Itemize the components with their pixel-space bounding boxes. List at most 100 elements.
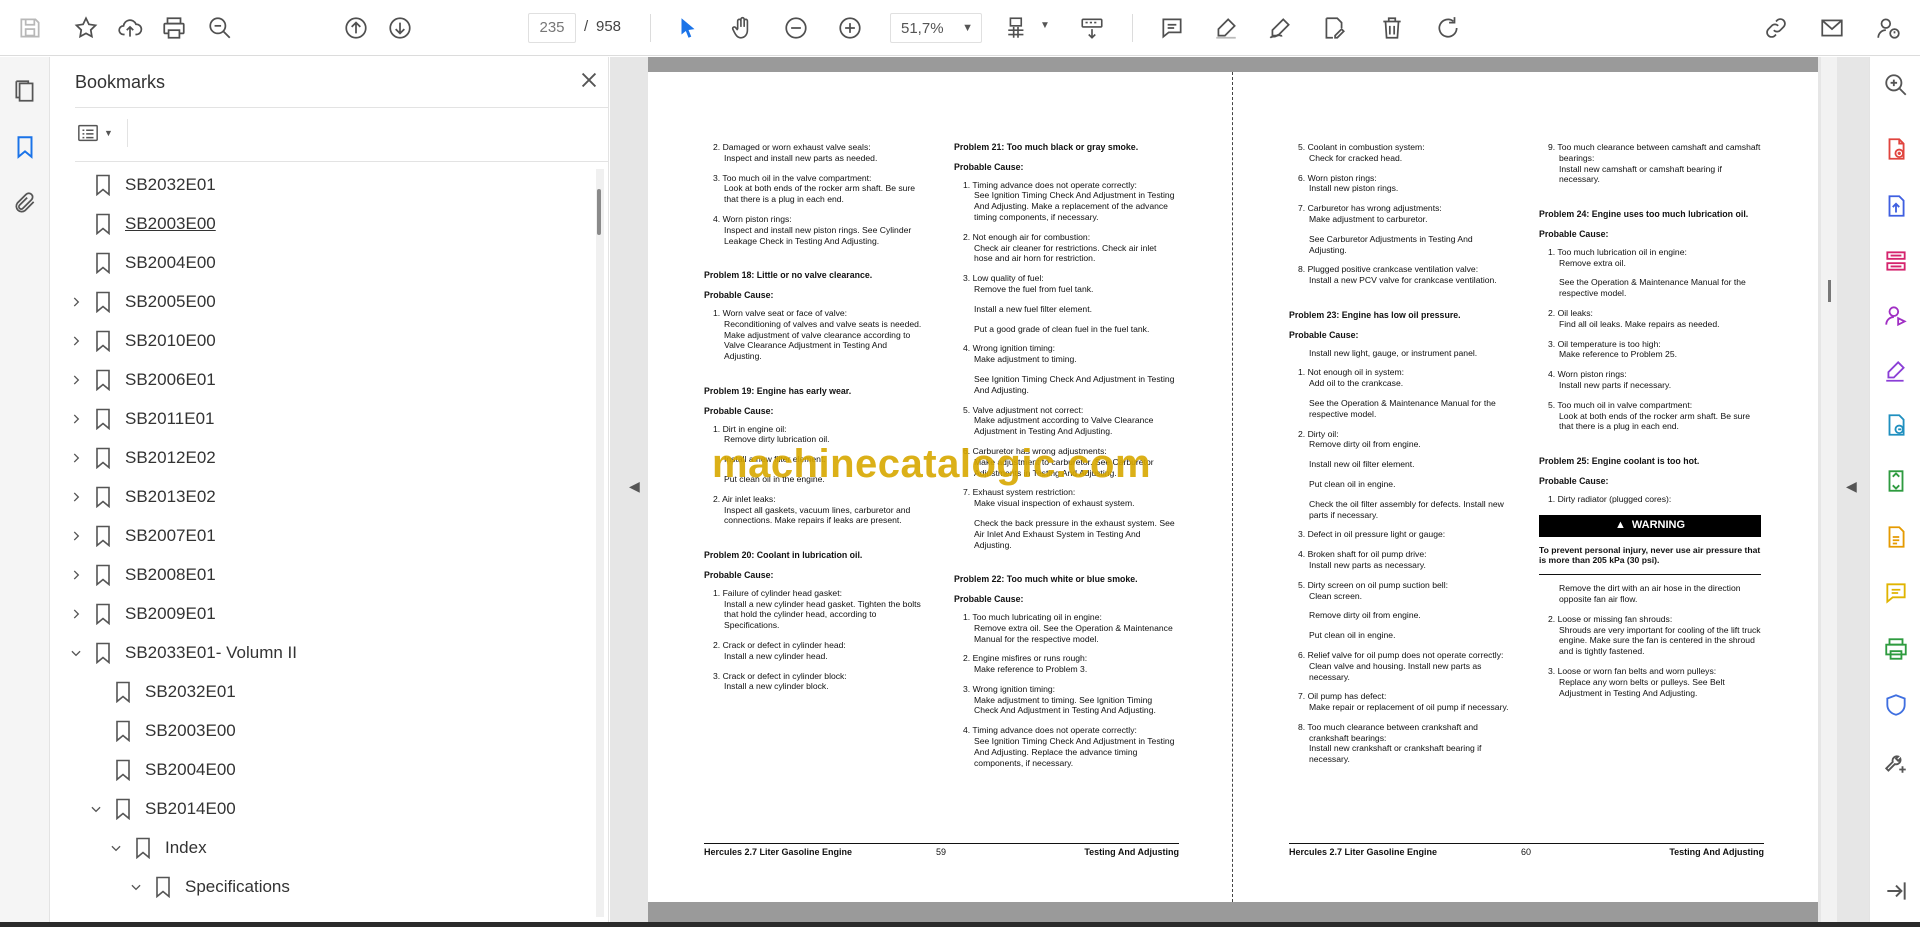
bookmark-item[interactable]: SB2010E00 [51,321,591,360]
bookmarks-scrollbar-thumb[interactable] [597,189,601,235]
bookmark-icon [95,408,111,430]
chevron-right-icon[interactable] [67,293,85,311]
bookmark-item[interactable]: SB2032E01 [51,672,591,711]
page-number-input[interactable]: 235 [528,13,576,43]
bookmark-options-button[interactable]: ▼ [75,119,117,147]
bookmark-label: SB2007E01 [125,525,216,545]
close-icon[interactable] [576,67,602,93]
chevron-right-icon[interactable] [67,449,85,467]
comment-icon[interactable] [1156,12,1188,44]
collapse-left-panel-icon[interactable]: ◀ [629,478,640,495]
zoom-level-select[interactable]: 51,7% ▼ [890,13,982,43]
create-pdf-icon[interactable] [1882,192,1910,220]
scroll-mode-icon[interactable] [1076,12,1108,44]
email-icon[interactable] [1816,12,1848,44]
page60-column2: 9. Too much clearance between camshaft a… [1539,142,1761,698]
highlight-icon[interactable] [1210,12,1242,44]
share-link-icon[interactable] [1760,12,1792,44]
bookmark-item[interactable]: Index [51,828,591,867]
zoom-out-icon[interactable] [780,12,812,44]
bookmark-item[interactable]: SB2033E01- Volumn II [51,633,591,672]
fill-sign-icon[interactable] [1882,357,1910,385]
bookmark-item[interactable]: SB2008E01 [51,555,591,594]
search-icon[interactable] [1882,71,1910,99]
compress-icon[interactable] [1882,467,1910,495]
share-review-icon[interactable] [1882,302,1910,330]
attachments-icon[interactable] [11,189,39,217]
problem-20-heading: Problem 20: Coolant in lubrication oil. [704,550,863,561]
page-fit-icon[interactable] [1002,12,1034,44]
upload-cloud-icon[interactable] [114,12,146,44]
warning-triangle-icon: ▲ [1614,519,1626,532]
bookmark-label: Specifications [185,876,290,896]
print-icon[interactable] [158,12,190,44]
page59-footer: Hercules 2.7 Liter Gasoline Engine 59 Te… [704,843,1179,857]
watermark-text: machinecatalogic.com [712,442,1152,486]
bookmark-label: SB2008E01 [125,564,216,584]
bookmark-icon [115,681,131,703]
bookmark-label: SB2011E01 [125,408,215,428]
bookmark-item[interactable]: SB2004E00 [51,243,591,282]
chevron-right-icon[interactable] [67,566,85,584]
find-zoom-icon[interactable] [204,12,236,44]
expand-panel-icon[interactable] [1882,877,1910,905]
delete-icon[interactable] [1376,12,1408,44]
zoom-in-icon[interactable] [834,12,866,44]
draw-sign-icon[interactable] [1264,12,1296,44]
chevron-right-icon[interactable] [67,488,85,506]
bookmark-item[interactable]: SB2003E00 [51,711,591,750]
chevron-right-icon[interactable] [67,605,85,623]
hand-tool-icon[interactable] [726,12,758,44]
edit-text-icon[interactable] [1318,12,1350,44]
left-navigation-rail [0,57,50,922]
bookmark-icon [95,486,111,508]
bookmark-item[interactable]: SB2014E00 [51,789,591,828]
bookmark-item[interactable]: SB2003E00 [51,204,591,243]
bookmark-star-icon[interactable] [70,12,102,44]
chevron-down-icon[interactable] [67,644,85,662]
rotate-icon[interactable] [1432,12,1464,44]
bookmark-item[interactable]: SB2012E02 [51,438,591,477]
print-production-icon[interactable] [1882,635,1910,663]
chevron-down-icon[interactable] [107,839,125,857]
document-scrollbar-thumb[interactable] [1828,280,1831,302]
bookmark-item[interactable]: SB2013E02 [51,477,591,516]
export-pdf-icon[interactable] [1882,135,1910,163]
bookmarks-icon[interactable] [11,133,39,161]
select-cursor-icon[interactable] [672,12,704,44]
bookmarks-scrollbar[interactable] [596,169,604,917]
bookmark-label: SB2003E00 [145,720,236,740]
organize-pages-icon[interactable] [1882,247,1910,275]
chevron-down-icon[interactable]: ▼ [1040,20,1050,31]
export-file-icon[interactable] [1882,411,1910,439]
save-icon[interactable] [14,12,46,44]
bookmark-item[interactable]: Specifications [51,867,591,906]
document-scrollbar[interactable] [1821,57,1837,922]
previous-page-icon[interactable] [340,12,372,44]
edit-pdf-icon[interactable] [1882,523,1910,551]
bookmark-item[interactable]: SB2011E01 [51,399,591,438]
bookmark-item[interactable]: SB2004E00 [51,750,591,789]
page-thumbnails-icon[interactable] [11,77,39,105]
bookmark-item[interactable]: SB2032E01 [51,165,591,204]
bookmark-item[interactable]: SB2006E01 [51,360,591,399]
chevron-down-icon[interactable] [127,878,145,896]
chevron-right-icon[interactable] [67,371,85,389]
bookmark-item[interactable]: SB2007E01 [51,516,591,555]
bookmark-item[interactable]: SB2005E00 [51,282,591,321]
protect-icon[interactable] [1882,691,1910,719]
chevron-down-icon[interactable] [87,800,105,818]
next-page-icon[interactable] [384,12,416,44]
chevron-right-icon[interactable] [67,527,85,545]
comment-tool-icon[interactable] [1882,579,1910,607]
collapse-right-panel-icon[interactable]: ◀ [1846,478,1857,495]
main-toolbar: 235 / 958 51,7% ▼ ▼ [0,0,1920,56]
bookmark-label: SB2014E00 [145,798,236,818]
chevron-right-icon[interactable] [67,410,85,428]
chevron-right-icon[interactable] [67,332,85,350]
bookmark-item[interactable]: SB2009E01 [51,594,591,633]
more-tools-icon[interactable] [1882,749,1910,777]
bookmark-icon [135,837,151,859]
bookmark-icon [95,447,111,469]
divider [75,107,609,108]
